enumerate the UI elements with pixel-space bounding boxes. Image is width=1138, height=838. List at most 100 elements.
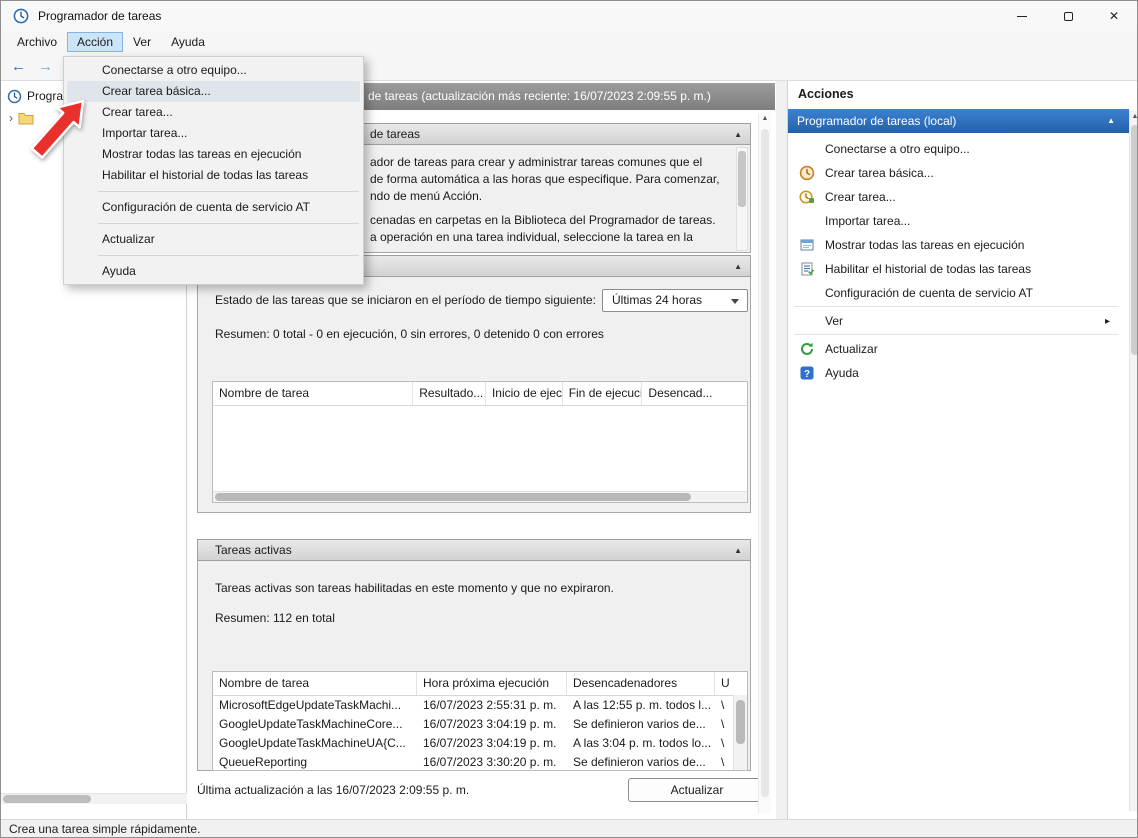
create-task-icon bbox=[799, 189, 815, 205]
collapse-icon[interactable]: ▲ bbox=[734, 256, 742, 278]
submenu-arrow-icon: ▸ bbox=[1104, 315, 1110, 327]
chevron-down-icon bbox=[731, 299, 739, 304]
column-header[interactable]: Nombre de tarea bbox=[213, 672, 417, 695]
menu-item-habilitar-historial[interactable]: Habilitar el historial de todas las tare… bbox=[67, 165, 360, 186]
action-show-running-tasks[interactable]: Mostrar todas las tareas en ejecución bbox=[791, 233, 1126, 257]
task-scheduler-window: Programador de tareas ✕ Archivo Acción V… bbox=[0, 0, 1138, 838]
scrollbar-thumb[interactable] bbox=[3, 795, 91, 803]
overview-text-line: a operación en una tarea individual, sel… bbox=[370, 230, 693, 244]
actions-vertical-scrollbar[interactable]: ▲ bbox=[1129, 111, 1137, 811]
menu-item-importar-tarea[interactable]: Importar tarea... bbox=[67, 123, 360, 144]
table-header-row: Nombre de tarea Hora próxima ejecución D… bbox=[213, 672, 747, 696]
overview-text-line: de forma automática a las horas que espe… bbox=[370, 172, 720, 186]
menu-bar: Archivo Acción Ver Ayuda bbox=[1, 31, 1137, 53]
minimize-button[interactable] bbox=[999, 1, 1045, 31]
menu-archivo[interactable]: Archivo bbox=[7, 32, 67, 52]
cell-task-name: QueueReporting bbox=[219, 755, 308, 769]
blank-icon bbox=[799, 141, 815, 157]
action-at-service-account-config[interactable]: Configuración de cuenta de servicio AT bbox=[791, 281, 1126, 305]
close-button[interactable]: ✕ bbox=[1091, 1, 1137, 31]
menu-item-ayuda[interactable]: Ayuda bbox=[67, 261, 360, 282]
column-header[interactable]: Resultado... bbox=[413, 382, 486, 405]
action-create-task[interactable]: Crear tarea... bbox=[791, 185, 1126, 209]
menu-accion[interactable]: Acción bbox=[67, 32, 124, 52]
column-header[interactable]: U bbox=[715, 672, 735, 695]
menu-item-mostrar-tareas[interactable]: Mostrar todas las tareas en ejecución bbox=[67, 144, 360, 165]
time-range-value: Últimas 24 horas bbox=[612, 293, 703, 307]
column-header[interactable]: Desencad... bbox=[642, 382, 747, 405]
collapse-icon[interactable]: ▲ bbox=[734, 124, 742, 146]
scroll-up-icon[interactable]: ▲ bbox=[1130, 111, 1137, 123]
menu-ver[interactable]: Ver bbox=[123, 32, 161, 52]
refresh-icon bbox=[799, 341, 815, 357]
actions-panel: Acciones Programador de tareas (local) ▲… bbox=[787, 81, 1137, 819]
chevron-right-icon[interactable]: › bbox=[9, 111, 13, 125]
blank-icon bbox=[799, 313, 815, 329]
back-icon[interactable]: ← bbox=[11, 58, 26, 75]
forward-icon[interactable]: → bbox=[38, 58, 53, 75]
history-icon bbox=[799, 261, 815, 277]
column-header[interactable]: Fin de ejecución bbox=[563, 382, 643, 405]
menu-item-configuracion-at[interactable]: Configuración de cuenta de servicio AT bbox=[67, 197, 360, 218]
scrollbar-thumb[interactable] bbox=[736, 700, 745, 744]
active-tasks-section-header: Tareas activas ▲ bbox=[197, 539, 751, 561]
maximize-button[interactable] bbox=[1045, 1, 1091, 31]
blank-icon bbox=[799, 285, 815, 301]
refresh-button[interactable]: Actualizar bbox=[628, 778, 766, 802]
action-enable-task-history[interactable]: Habilitar el historial de todas las tare… bbox=[791, 257, 1126, 281]
column-header[interactable]: Inicio de ejecu... bbox=[486, 382, 563, 405]
table-horizontal-scrollbar[interactable] bbox=[213, 491, 747, 502]
table-row[interactable]: GoogleUpdateTaskMachineUA{C... 16/07/202… bbox=[213, 734, 747, 753]
column-header[interactable]: Nombre de tarea bbox=[213, 382, 414, 405]
menu-separator bbox=[98, 191, 359, 192]
table-row[interactable]: GoogleUpdateTaskMachineCore... 16/07/202… bbox=[213, 715, 747, 734]
column-header[interactable]: Desencadenadores bbox=[567, 672, 715, 695]
actions-scope-bar[interactable]: Programador de tareas (local) ▲ bbox=[788, 109, 1129, 133]
overview-text-line: ndo de menú Acción. bbox=[370, 189, 483, 203]
cell-next-run: 16/07/2023 3:04:19 p. m. bbox=[423, 717, 557, 731]
collapse-icon[interactable]: ▲ bbox=[734, 540, 742, 562]
cell-task-name: MicrosoftEdgeUpdateTaskMachi... bbox=[219, 698, 402, 712]
console-header-text: de tareas (actualización más reciente: 1… bbox=[368, 89, 711, 103]
accion-dropdown-menu: Conectarse a otro equipo... Crear tarea … bbox=[63, 56, 364, 285]
cell-next-run: 16/07/2023 3:04:19 p. m. bbox=[423, 736, 557, 750]
center-vertical-scrollbar[interactable]: ▲ bbox=[758, 113, 771, 813]
cell-location: \ bbox=[721, 736, 725, 750]
overview-scrollbar[interactable] bbox=[736, 147, 748, 251]
action-refresh[interactable]: Actualizar bbox=[791, 337, 1126, 361]
scrollbar-thumb[interactable] bbox=[761, 129, 769, 797]
task-scheduler-icon bbox=[7, 89, 22, 103]
active-tasks-summary: Resumen: 112 en total bbox=[215, 611, 335, 625]
table-row[interactable]: QueueReporting 16/07/2023 3:30:20 p. m. … bbox=[213, 753, 747, 770]
column-header[interactable]: Hora próxima ejecución bbox=[417, 672, 567, 695]
action-create-basic-task[interactable]: Crear tarea básica... bbox=[791, 161, 1126, 185]
action-import-task[interactable]: Importar tarea... bbox=[791, 209, 1126, 233]
cell-task-name: GoogleUpdateTaskMachineCore... bbox=[219, 717, 403, 731]
scrollbar-thumb[interactable] bbox=[738, 151, 746, 207]
menu-item-conectarse[interactable]: Conectarse a otro equipo... bbox=[67, 60, 360, 81]
last-update-text: Última actualización a las 16/07/2023 2:… bbox=[197, 783, 470, 797]
svg-text:?: ? bbox=[804, 369, 810, 380]
separator bbox=[794, 334, 1119, 335]
menu-item-actualizar[interactable]: Actualizar bbox=[67, 229, 360, 250]
collapse-icon[interactable]: ▲ bbox=[1107, 109, 1115, 133]
scrollbar-thumb[interactable] bbox=[1131, 125, 1137, 355]
menu-ayuda[interactable]: Ayuda bbox=[161, 32, 215, 52]
action-help[interactable]: ? Ayuda bbox=[791, 361, 1126, 385]
scrollbar-thumb[interactable] bbox=[215, 493, 691, 501]
help-icon: ? bbox=[799, 365, 815, 381]
tree-horizontal-scrollbar[interactable] bbox=[1, 793, 187, 804]
table-vertical-scrollbar[interactable] bbox=[733, 695, 747, 770]
active-tasks-description: Tareas activas son tareas habilitadas en… bbox=[215, 581, 614, 595]
overview-section-title: de tareas bbox=[370, 127, 421, 141]
action-view[interactable]: Ver ▸ bbox=[791, 309, 1126, 333]
scroll-up-icon[interactable]: ▲ bbox=[759, 113, 771, 125]
separator bbox=[794, 306, 1119, 307]
table-row[interactable]: MicrosoftEdgeUpdateTaskMachi... 16/07/20… bbox=[213, 696, 747, 715]
menu-item-crear-tarea[interactable]: Crear tarea... bbox=[67, 102, 360, 123]
action-connect-other-computer[interactable]: Conectarse a otro equipo... bbox=[791, 137, 1126, 161]
window-title: Programador de tareas bbox=[38, 9, 162, 23]
menu-item-crear-tarea-basica[interactable]: Crear tarea básica... bbox=[67, 81, 360, 102]
time-range-select[interactable]: Últimas 24 horas bbox=[602, 289, 748, 312]
cell-triggers: A las 12:55 p. m. todos l... bbox=[573, 698, 712, 712]
